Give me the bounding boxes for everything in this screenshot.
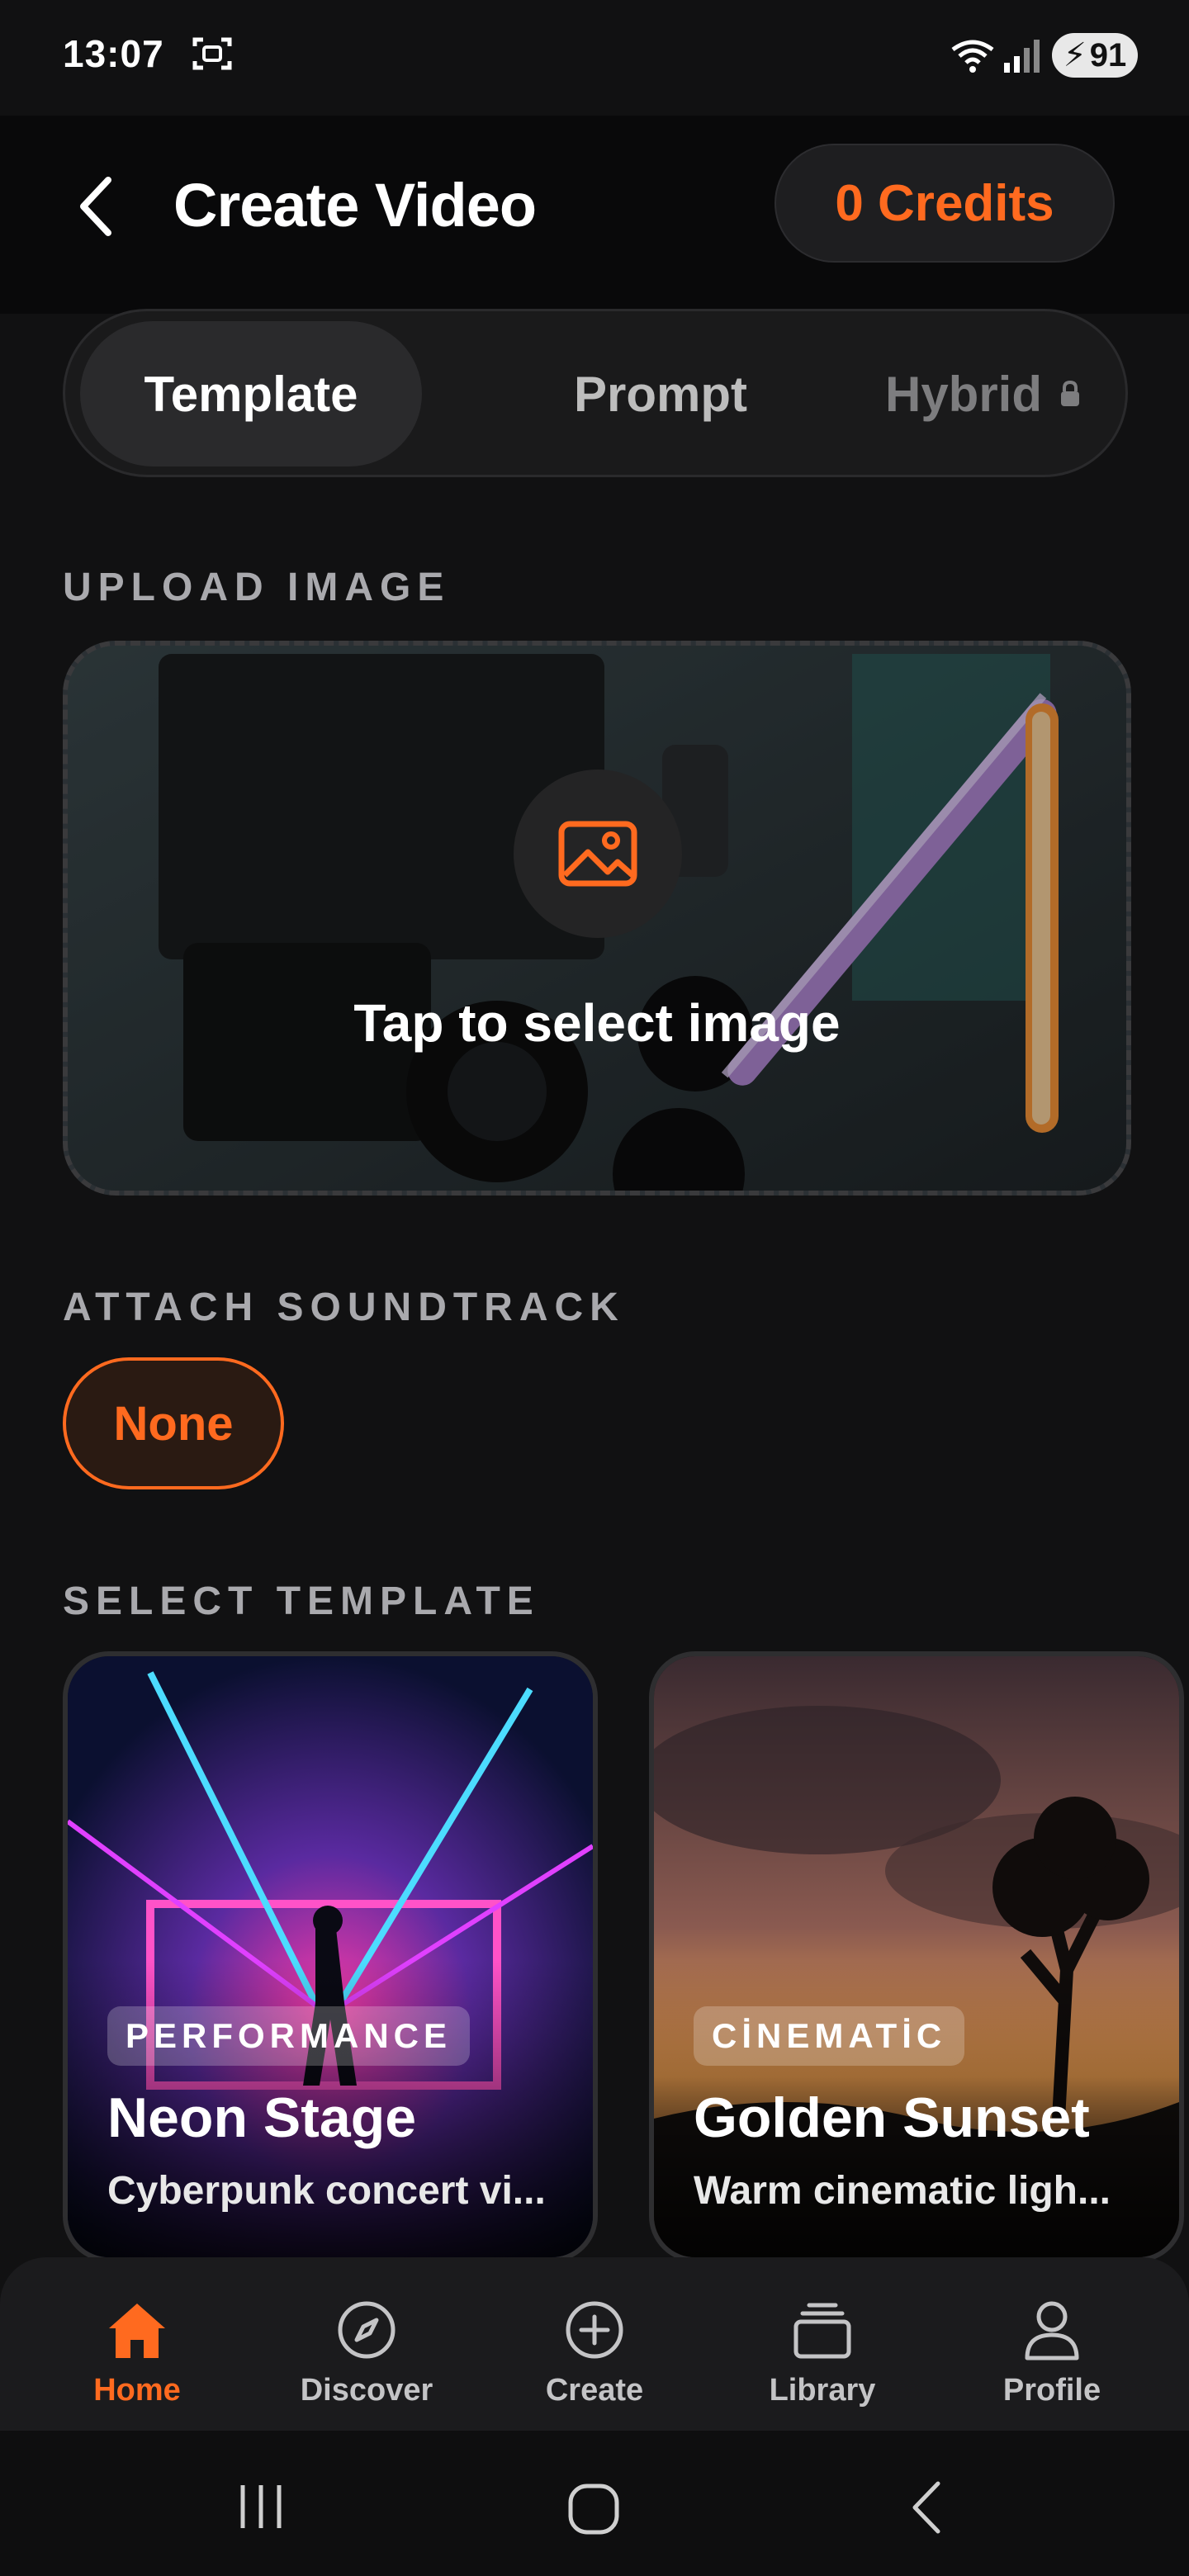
compass-icon [338, 2301, 396, 2359]
nav-create-label: Create [545, 2373, 644, 2408]
soundtrack-none-chip[interactable]: None [63, 1357, 284, 1489]
upload-section-label: UPLOAD IMAGE [63, 566, 451, 609]
card-title: Neon Stage [107, 2086, 417, 2149]
nav-profile[interactable]: Profile [961, 2299, 1143, 2408]
credits-button[interactable]: 0 Credits [775, 144, 1115, 263]
page-title: Create Video [173, 171, 537, 239]
nav-home[interactable]: Home [46, 2299, 228, 2408]
upload-cta-text: Tap to select image [353, 993, 841, 1053]
lock-icon [1061, 380, 1080, 406]
nav-create[interactable]: Create [504, 2299, 685, 2408]
nav-library-label: Library [769, 2373, 876, 2408]
status-bar: 13:07 ⚡ 91 [0, 0, 1189, 116]
mode-segmented-control: Template Prompt Hybrid [63, 309, 1128, 477]
template-section-label: SELECT TEMPLATE [63, 1579, 540, 1623]
card-subtitle: Cyberpunk concert vi... [107, 2169, 546, 2213]
nav-profile-label: Profile [1002, 2373, 1101, 2408]
system-back-icon[interactable] [908, 2479, 945, 2536]
tab-template[interactable]: Template [80, 321, 422, 466]
home-circle-icon[interactable] [566, 2482, 621, 2536]
tab-hybrid-label: Hybrid [884, 366, 1043, 422]
stack-icon [793, 2303, 851, 2359]
plus-circle-icon [566, 2301, 623, 2359]
bolt-icon: ⚡ [1063, 37, 1087, 73]
template-card-neon-stage[interactable]: PERFORMANCE Neon Stage Cyberpunk concert… [63, 1651, 598, 2262]
system-nav-bar [0, 2431, 1189, 2576]
home-icon [109, 2304, 165, 2358]
card-title: Golden Sunset [694, 2086, 1090, 2149]
user-icon [1025, 2301, 1079, 2361]
image-icon-badge [514, 769, 682, 938]
card-category-badge: CİNEMATİC [694, 2006, 965, 2066]
battery-level: 91 [1089, 36, 1127, 73]
signal-icon [1004, 40, 1040, 73]
image-upload-area[interactable]: Tap to select image [63, 641, 1131, 1196]
nav-library[interactable]: Library [732, 2299, 913, 2408]
tab-hybrid[interactable]: Hybrid [810, 321, 1157, 466]
tab-prompt[interactable]: Prompt [465, 321, 856, 466]
nav-discover[interactable]: Discover [276, 2299, 457, 2408]
nav-discover-label: Discover [300, 2373, 433, 2408]
chevron-left-icon [80, 177, 111, 236]
screen-record-icon [192, 37, 232, 70]
nav-home-label: Home [93, 2373, 181, 2408]
wifi-icon [951, 40, 994, 73]
recent-apps-icon[interactable] [236, 2482, 286, 2531]
status-time: 13:07 [63, 32, 164, 75]
card-subtitle: Warm cinematic ligh... [694, 2169, 1111, 2213]
back-button[interactable] [63, 165, 129, 248]
soundtrack-section-label: ATTACH SOUNDTRACK [63, 1286, 625, 1329]
bottom-nav: Home Discover Create Library Profile [0, 2257, 1189, 2431]
battery-indicator: ⚡ 91 [1052, 33, 1138, 78]
image-icon [558, 821, 637, 887]
card-category-badge: PERFORMANCE [107, 2006, 471, 2066]
template-card-golden-sunset[interactable]: CİNEMATİC Golden Sunset Warm cinematic l… [649, 1651, 1184, 2262]
